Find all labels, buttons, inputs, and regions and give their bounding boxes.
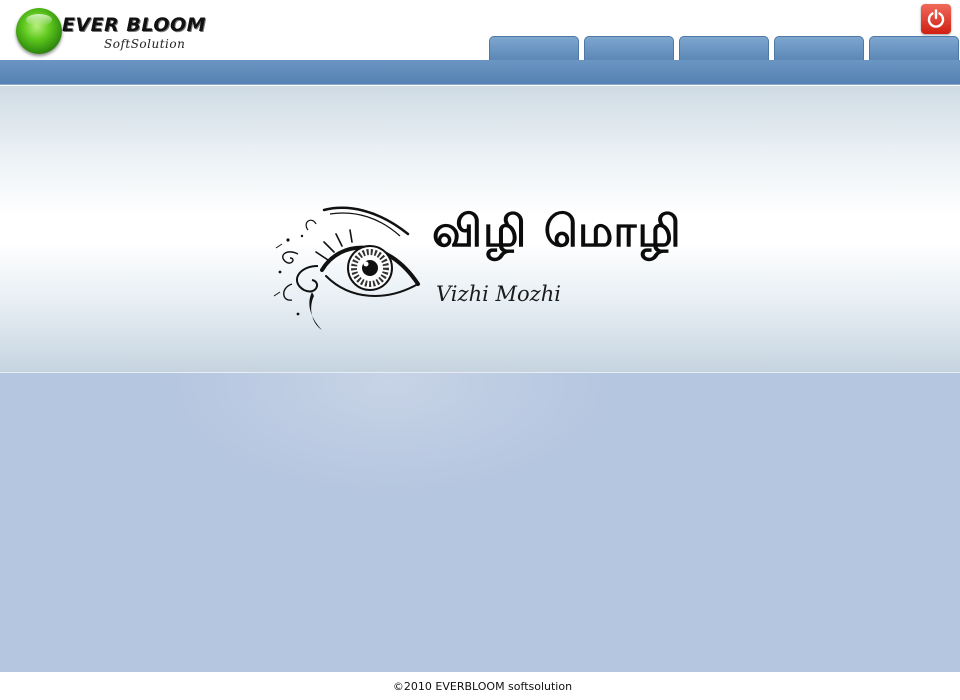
tamil-title: விழி மொழி xyxy=(432,206,682,257)
footer: ©2010 EVERBLOOM softsolution xyxy=(0,672,960,700)
logo-subtitle: SoftSolution xyxy=(104,37,186,51)
header: EVER BLOOM SoftSolution xyxy=(0,0,960,60)
latin-title: Vizhi Mozhi xyxy=(436,282,561,306)
power-button[interactable] xyxy=(921,4,951,34)
nav-tab-3[interactable] xyxy=(679,36,769,60)
copyright-text: ©2010 EVERBLOOM softsolution xyxy=(392,680,573,693)
eye-logo-icon xyxy=(273,206,420,330)
logo-name: EVER BLOOM xyxy=(62,14,207,36)
nav-tab-1[interactable] xyxy=(489,36,579,60)
nav-tab-4[interactable] xyxy=(774,36,864,60)
nav-bar xyxy=(0,60,960,85)
main-content-area xyxy=(0,373,960,672)
nav-tab-5[interactable] xyxy=(869,36,959,60)
logo-orb-icon xyxy=(16,8,62,54)
nav-tab-2[interactable] xyxy=(584,36,674,60)
power-icon xyxy=(927,9,945,28)
everbloom-logo[interactable]: EVER BLOOM SoftSolution xyxy=(14,6,214,58)
